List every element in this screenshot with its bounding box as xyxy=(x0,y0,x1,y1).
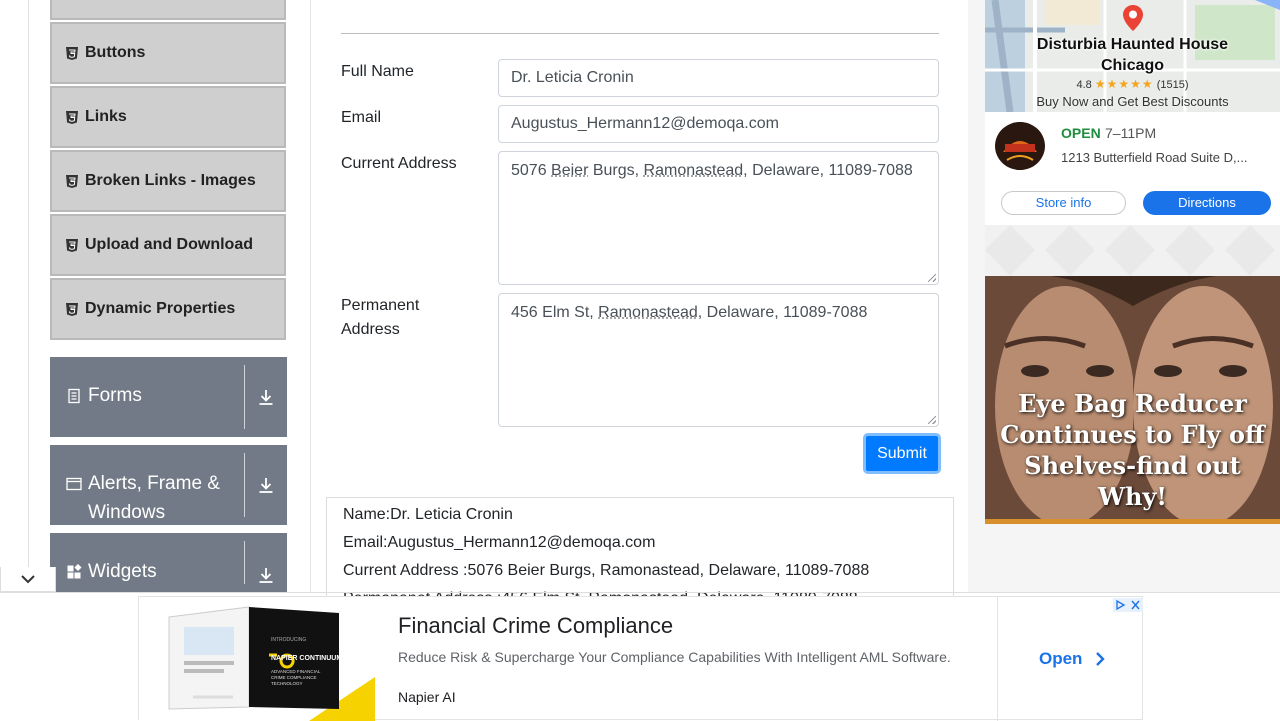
output-name: Name:Dr. Leticia Cronin xyxy=(343,501,953,529)
banner-image: INTRODUCING NAPIER CONTINUUM ADVANCED FI… xyxy=(139,597,375,721)
banner-title[interactable]: Financial Crime Compliance xyxy=(398,613,673,639)
sidebar-item-buttons[interactable]: Buttons xyxy=(50,22,286,84)
current-address-label: Current Address xyxy=(341,152,457,176)
sidebar-border xyxy=(28,0,29,592)
book-subtitle: ADVANCED FINANCIAL CRIME COMPLIANCE TECH… xyxy=(271,669,335,687)
document-icon xyxy=(66,388,82,404)
business-card[interactable]: OPEN 7–11PM 1213 Butterfield Road Suite … xyxy=(985,112,1280,225)
html5-icon xyxy=(66,111,78,124)
open-button[interactable]: Open xyxy=(1039,649,1106,669)
group-label: Forms xyxy=(88,381,142,410)
sidebar-item-label: Dynamic Properties xyxy=(85,300,235,318)
chevron-down-icon xyxy=(21,575,35,584)
close-icon[interactable] xyxy=(1128,598,1143,612)
sidebar-item-label: Upload and Download xyxy=(85,236,253,254)
banner-ad[interactable]: INTRODUCING NAPIER CONTINUUM ADVANCED FI… xyxy=(138,596,1143,720)
business-address: 1213 Butterfield Road Suite D,... xyxy=(1061,150,1247,165)
book-title: NAPIER CONTINUUM xyxy=(271,655,342,662)
download-icon[interactable] xyxy=(245,533,287,592)
directions-button[interactable]: Directions xyxy=(1143,191,1271,215)
html5-icon xyxy=(66,47,78,60)
current-address-textarea[interactable]: 5076 Beier Burgs, Ramonastead, Delaware,… xyxy=(498,151,939,285)
adchoices-icon xyxy=(1113,598,1128,612)
group-label: Alerts, Frame & Windows xyxy=(88,469,220,527)
map-ad[interactable]: Disturbia Haunted House Chicago 4.8 ★★★★★… xyxy=(985,0,1280,112)
sidebar-item-label: Links xyxy=(85,108,127,126)
resize-grip-icon[interactable] xyxy=(928,274,936,282)
sidebar-item-links[interactable]: Links xyxy=(50,86,286,148)
promo-text: Buy Now and Get Best Discounts xyxy=(985,94,1280,109)
email-input[interactable]: Augustus_Hermann12@demoqa.com xyxy=(498,105,939,143)
widgets-icon xyxy=(66,564,82,580)
store-info-button[interactable]: Store info xyxy=(1001,191,1126,215)
output-email: Email:Augustus_Hermann12@demoqa.com xyxy=(343,529,953,557)
banner-description: Reduce Risk & Supercharge Your Complianc… xyxy=(398,648,978,666)
banner-border xyxy=(0,592,1280,593)
location-pin-icon xyxy=(1123,5,1143,31)
permanent-address-textarea[interactable]: 456 Elm St, Ramonastead, Delaware, 11089… xyxy=(498,293,939,427)
rating: 4.8 ★★★★★ (1515) xyxy=(985,77,1280,91)
group-label: Widgets xyxy=(88,557,157,586)
output-box: Name:Dr. Leticia Cronin Email:Augustus_H… xyxy=(326,497,954,607)
email-label: Email xyxy=(341,106,381,130)
business-logo xyxy=(995,122,1045,170)
eye-bag-ad[interactable]: Eye Bag Reducer Continues to Fly off Shelv… xyxy=(985,276,1280,524)
hours: 7–11PM xyxy=(1105,125,1156,141)
banner-advertiser: Napier AI xyxy=(398,689,456,705)
sidebar-item-broken-links[interactable]: Broken Links - Images xyxy=(50,150,286,212)
collapse-ad-button[interactable] xyxy=(0,567,56,592)
submit-button[interactable]: Submit xyxy=(863,433,941,474)
sidebar-group-alerts[interactable]: Alerts, Frame & Windows xyxy=(50,445,287,525)
ad-choices[interactable] xyxy=(1113,598,1143,612)
full-name-input[interactable]: Dr. Leticia Cronin xyxy=(498,59,939,97)
html5-icon xyxy=(66,175,78,188)
window-icon xyxy=(66,476,82,492)
full-name-label: Full Name xyxy=(341,60,414,84)
ad-pattern xyxy=(985,225,1280,276)
sidebar-item-upload-download[interactable]: Upload and Download xyxy=(50,214,286,276)
content-border xyxy=(310,0,311,592)
download-icon[interactable] xyxy=(245,357,287,437)
html5-icon xyxy=(66,239,78,252)
output-current-address: Current Address :5076 Beier Burgs, Ramon… xyxy=(343,557,953,585)
sidebar-item-label: Broken Links - Images xyxy=(85,172,256,190)
resize-grip-icon[interactable] xyxy=(928,416,936,424)
download-icon[interactable] xyxy=(245,445,287,525)
open-status: OPEN xyxy=(1061,125,1101,141)
ad-headline: Eye Bag Reducer Continues to Fly off Shelv… xyxy=(985,388,1280,512)
sidebar-group-widgets[interactable]: Widgets xyxy=(50,533,287,592)
business-name: Disturbia Haunted House Chicago xyxy=(985,34,1280,76)
sidebar-item-dynamic-properties[interactable]: Dynamic Properties xyxy=(50,278,286,340)
chevron-right-icon xyxy=(1094,651,1106,667)
banner-divider xyxy=(997,597,998,721)
stars-icon: ★★★★★ xyxy=(1095,77,1154,91)
html5-icon xyxy=(66,303,78,316)
permanent-address-label: Permanent Address xyxy=(341,294,419,342)
sidebar-item-partial[interactable] xyxy=(50,0,286,20)
form-divider xyxy=(341,33,939,34)
book-intro: INTRODUCING xyxy=(271,637,306,643)
sidebar-group-forms[interactable]: Forms xyxy=(50,357,287,437)
sidebar-item-label: Buttons xyxy=(85,44,145,62)
